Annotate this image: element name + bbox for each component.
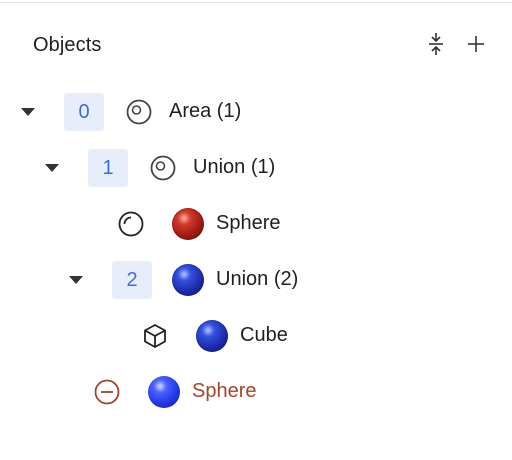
expand-caret[interactable] [66,270,86,290]
node-label[interactable]: Area (1) [169,100,241,123]
node-label[interactable]: Sphere [216,212,281,235]
subtract-icon [92,377,122,407]
index-badge[interactable]: 0 [64,93,104,131]
tree-node-union[interactable]: 1 Union (1) [0,140,512,196]
tree-node-sphere-subtract[interactable]: Sphere [0,364,512,420]
index-badge[interactable]: 1 [88,149,128,187]
cube-icon [140,321,170,351]
material-swatch[interactable] [148,376,180,408]
top-divider [0,0,512,3]
node-label[interactable]: Union (2) [216,268,298,291]
add-object-button[interactable] [462,30,490,58]
collapse-all-button[interactable] [422,30,450,58]
material-swatch[interactable] [172,264,204,296]
tree-node-sphere[interactable]: Sphere [0,196,512,252]
tree-node-cube[interactable]: Cube [0,308,512,364]
expand-caret[interactable] [42,158,62,178]
node-label[interactable]: Union (1) [193,156,275,179]
caret-down-icon [21,108,35,116]
caret-down-icon [45,164,59,172]
tree-node-area[interactable]: 0 Area (1) [0,84,512,140]
union-icon [148,153,178,183]
collapse-vertical-icon [429,33,443,55]
material-swatch[interactable] [172,208,204,240]
sphere-icon [116,209,146,239]
tree-node-union[interactable]: 2 Union (2) [0,252,512,308]
material-swatch[interactable] [196,320,228,352]
expand-caret[interactable] [18,102,38,122]
index-badge[interactable]: 2 [112,261,152,299]
plus-icon [468,36,484,52]
objects-panel-header: Objects [0,22,512,66]
panel-title: Objects [33,34,102,56]
caret-down-icon [69,276,83,284]
area-icon [124,97,154,127]
node-label[interactable]: Sphere [192,380,257,403]
node-label[interactable]: Cube [240,324,288,347]
